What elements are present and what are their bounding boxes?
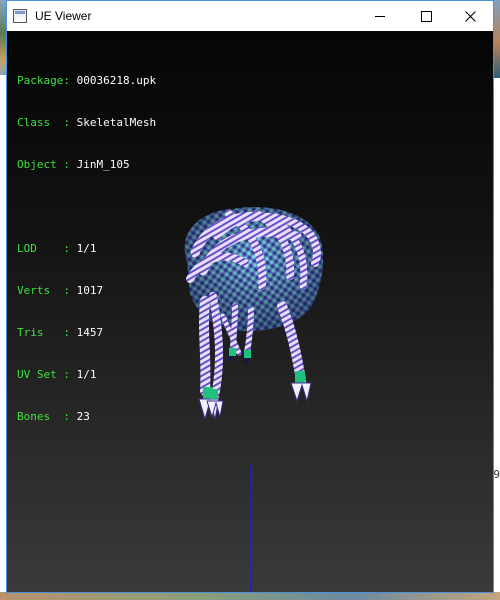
minimize-icon [375,15,385,17]
mesh-legs [199,292,306,400]
background-glyph: 9 [493,468,500,481]
maximize-icon [420,10,432,22]
3d-viewport[interactable]: Package: 00036218.upk Class : SkeletalMe… [7,31,493,592]
maximize-button[interactable] [403,1,449,31]
title-bar[interactable]: UE Viewer [7,1,493,31]
close-button[interactable] [447,1,493,31]
close-icon [464,10,476,22]
desktop-bottom-strip [0,592,500,600]
ue-viewer-window: UE Viewer Package: 00036218.upk Class : … [6,0,494,593]
skeletal-mesh-render [184,207,324,592]
minimize-button[interactable] [357,1,403,31]
window-title: UE Viewer [35,9,92,23]
app-icon [13,9,27,23]
